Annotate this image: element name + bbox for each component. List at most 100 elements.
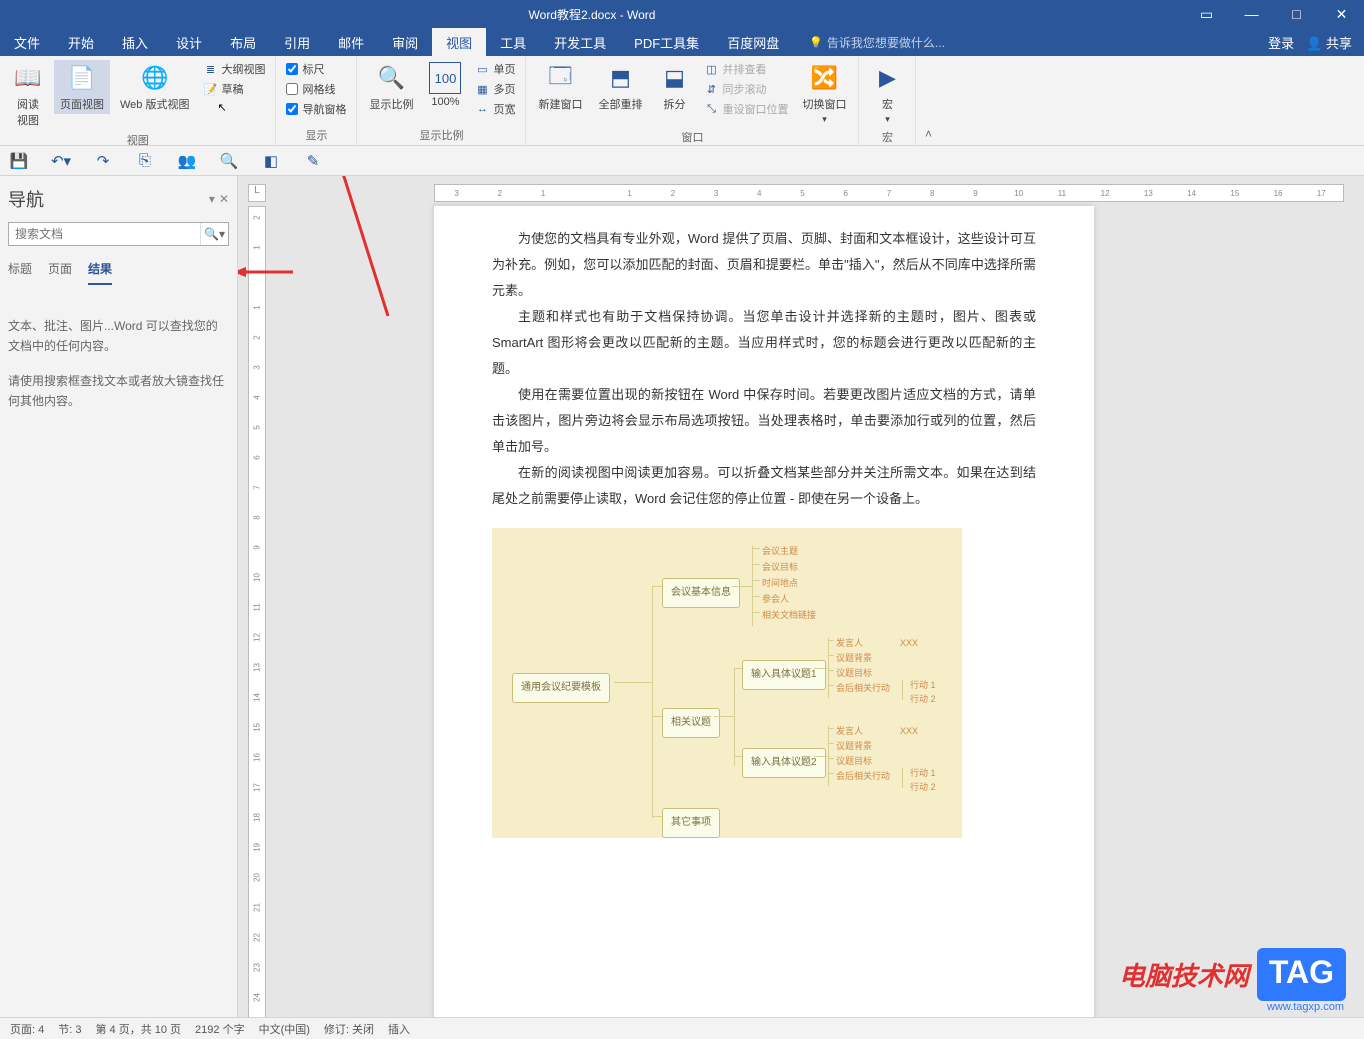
qat-btn-6[interactable]: 🔍 — [218, 150, 240, 172]
tab-pdf[interactable]: PDF工具集 — [620, 28, 713, 56]
nav-tab-results[interactable]: 结果 — [88, 260, 112, 285]
sync-scroll-icon: ⇵ — [704, 82, 718, 96]
nav-body: 文本、批注、图片...Word 可以查找您的文档中的任何内容。 请使用搜索框查找… — [8, 316, 229, 412]
watermark-url: www.tagxp.com — [1267, 1001, 1344, 1013]
status-page[interactable]: 页面: 4 — [10, 1021, 44, 1037]
web-layout-icon: 🌐 — [139, 62, 171, 94]
tab-review[interactable]: 审阅 — [378, 28, 432, 56]
status-section[interactable]: 节: 3 — [58, 1021, 81, 1037]
ribbon-tabs: 文件 开始 插入 设计 布局 引用 邮件 审阅 视图 工具 开发工具 PDF工具… — [0, 28, 1364, 56]
nav-title: 导航 — [8, 186, 44, 212]
ruler-checkbox[interactable]: 标尺 — [282, 60, 350, 78]
paragraph-1: 为使您的文档具有专业外观，Word 提供了页眉、页脚、封面和文本框设计，这些设计… — [492, 226, 1036, 304]
web-layout-button[interactable]: 🌐 Web 版式视图 — [114, 60, 195, 114]
group-zoom: 🔍 显示比例 100 100% ▭单页 ▦多页 ↔页宽 显示比例 — [357, 56, 526, 145]
nav-tabs: 标题 页面 结果 — [8, 260, 229, 286]
one-page-button[interactable]: ▭单页 — [471, 60, 519, 78]
vertical-ruler[interactable]: 2112345678910111213141516171819202122232… — [248, 206, 266, 1019]
document-area: L 3211234567891011121314151617 211234567… — [238, 176, 1364, 1039]
sync-scroll-button[interactable]: ⇵同步滚动 — [700, 80, 792, 98]
status-track[interactable]: 修订: 关闭 — [324, 1021, 374, 1037]
group-views: 📖 阅读 视图 📄 页面视图 🌐 Web 版式视图 ≣大纲视图 📝草稿 ↖ 视图 — [0, 56, 276, 145]
side-by-side-icon: ◫ — [704, 62, 718, 76]
status-insert[interactable]: 插入 — [388, 1021, 410, 1037]
nav-close-icon[interactable]: ✕ — [219, 192, 229, 206]
gridlines-checkbox[interactable]: 网格线 — [282, 80, 350, 98]
zoom-button[interactable]: 🔍 显示比例 — [363, 60, 419, 114]
new-window-button[interactable]: 🗔新建窗口 — [532, 60, 588, 114]
zoom-100-button[interactable]: 100 100% — [423, 60, 467, 110]
outline-view-button[interactable]: ≣大纲视图 — [199, 60, 269, 78]
nav-hint-2: 请使用搜索框查找文本或者放大镜查找任何其他内容。 — [8, 371, 229, 412]
one-page-icon: ▭ — [475, 62, 489, 76]
macros-button[interactable]: ▶宏▾ — [865, 60, 909, 127]
switch-windows-button[interactable]: 🔀切换窗口▾ — [796, 60, 852, 127]
nav-tab-pages[interactable]: 页面 — [48, 260, 72, 285]
save-icon[interactable]: 💾 — [8, 150, 30, 172]
tab-insert[interactable]: 插入 — [108, 28, 162, 56]
tab-tools[interactable]: 工具 — [486, 28, 540, 56]
nav-search-input[interactable] — [9, 223, 200, 245]
main-area: 导航 ▾ ✕ 🔍▾ 标题 页面 结果 文本、批注、图片...Word 可以查找您… — [0, 176, 1364, 1039]
redo-icon[interactable]: ↷ — [92, 150, 114, 172]
qat-btn-8[interactable]: ✎ — [302, 150, 324, 172]
reset-pos-icon: ⤡ — [704, 102, 718, 116]
paragraph-4: 在新的阅读视图中阅读更加容易。可以折叠文档某些部分并关注所需文本。如果在达到结尾… — [492, 460, 1036, 512]
tab-view[interactable]: 视图 — [432, 28, 486, 56]
qat-btn-5[interactable]: 👥 — [176, 150, 198, 172]
close-button[interactable]: ✕ — [1319, 0, 1364, 28]
nav-tab-headings[interactable]: 标题 — [8, 260, 32, 285]
annotation-arrow-2 — [268, 176, 418, 336]
ribbon-options-icon[interactable]: ▭ — [1184, 0, 1229, 28]
collapse-ribbon-button[interactable]: ˄ — [916, 56, 940, 145]
side-by-side-button[interactable]: ◫并排查看 — [700, 60, 792, 78]
arrange-all-button[interactable]: ⬒全部重排 — [592, 60, 648, 114]
tab-design[interactable]: 设计 — [162, 28, 216, 56]
minimize-button[interactable]: — — [1229, 0, 1274, 28]
undo-icon[interactable]: ↶▾ — [50, 150, 72, 172]
read-mode-icon: 📖 — [12, 62, 44, 94]
window-controls: ▭ — □ ✕ — [1184, 0, 1364, 28]
tab-home[interactable]: 开始 — [54, 28, 108, 56]
status-lang[interactable]: 中文(中国) — [259, 1021, 310, 1037]
status-bar: 页面: 4 节: 3 第 4 页，共 10 页 2192 个字 中文(中国) 修… — [0, 1017, 1364, 1039]
tell-me-input[interactable]: 告诉我您想要做什么... — [809, 34, 945, 51]
ruler-corner[interactable]: L — [248, 184, 266, 202]
search-icon[interactable]: 🔍▾ — [200, 223, 228, 245]
status-pageof[interactable]: 第 4 页，共 10 页 — [95, 1021, 181, 1037]
reset-pos-button[interactable]: ⤡重设窗口位置 — [700, 100, 792, 118]
horizontal-ruler[interactable]: 3211234567891011121314151617 — [434, 184, 1344, 202]
read-mode-button[interactable]: 📖 阅读 视图 — [6, 60, 50, 130]
tab-baidu[interactable]: 百度网盘 — [713, 28, 793, 56]
draft-view-button[interactable]: 📝草稿 — [199, 80, 269, 98]
new-window-icon: 🗔 — [544, 62, 576, 94]
tab-mailings[interactable]: 邮件 — [324, 28, 378, 56]
maximize-button[interactable]: □ — [1274, 0, 1319, 28]
multi-page-button[interactable]: ▦多页 — [471, 80, 519, 98]
group-macros: ▶宏▾ 宏 — [859, 56, 916, 145]
watermark: 电脑技术网 TAG — [1119, 948, 1346, 1001]
page-width-button[interactable]: ↔页宽 — [471, 100, 519, 118]
qat-btn-7[interactable]: ◧ — [260, 150, 282, 172]
group-show-label: 显示 — [282, 125, 350, 143]
split-icon: ⬓ — [658, 62, 690, 94]
login-link[interactable]: 登录 — [1268, 33, 1294, 52]
tab-developer[interactable]: 开发工具 — [540, 28, 620, 56]
print-layout-button[interactable]: 📄 页面视图 — [54, 60, 110, 114]
navpane-checkbox[interactable]: 导航窗格 — [282, 100, 350, 118]
tab-layout[interactable]: 布局 — [216, 28, 270, 56]
paragraph-2: 主题和样式也有助于文档保持协调。当您单击设计并选择新的主题时，图片、图表或 Sm… — [492, 304, 1036, 382]
tab-references[interactable]: 引用 — [270, 28, 324, 56]
watermark-tag: TAG — [1257, 948, 1346, 1001]
status-words[interactable]: 2192 个字 — [195, 1021, 245, 1037]
group-window-label: 窗口 — [532, 127, 852, 145]
nav-dropdown-icon[interactable]: ▾ — [209, 192, 215, 206]
navigation-pane: 导航 ▾ ✕ 🔍▾ 标题 页面 结果 文本、批注、图片...Word 可以查找您… — [0, 176, 238, 1039]
document-page[interactable]: 为使您的文档具有专业外观，Word 提供了页眉、页脚、封面和文本框设计，这些设计… — [434, 206, 1094, 1036]
tab-file[interactable]: 文件 — [0, 28, 54, 56]
group-window: 🗔新建窗口 ⬒全部重排 ⬓拆分 ◫并排查看 ⇵同步滚动 ⤡重设窗口位置 🔀切换窗… — [526, 56, 859, 145]
split-button[interactable]: ⬓拆分 — [652, 60, 696, 114]
qat-btn-4[interactable]: ⎘ — [134, 150, 156, 172]
share-button[interactable]: 👤 共享 — [1306, 33, 1352, 52]
group-views-label: 视图 — [6, 130, 269, 148]
